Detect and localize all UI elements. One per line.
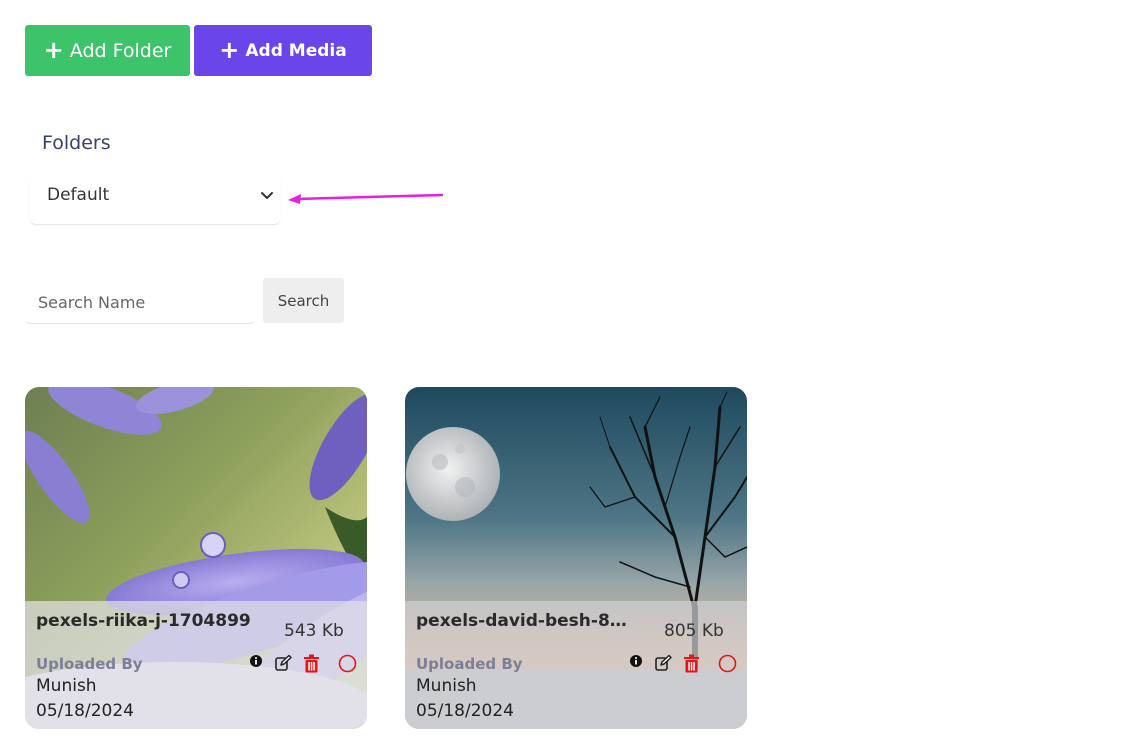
media-info-panel: pexels-david-besh-884… 805 Kb Uploaded B… xyxy=(405,601,747,729)
uploaded-by-label: Uploaded By xyxy=(416,655,523,673)
select-icon[interactable] xyxy=(718,654,737,673)
edit-icon[interactable] xyxy=(274,654,292,672)
chevron-down-icon xyxy=(261,192,273,199)
uploader-name: Munish xyxy=(416,676,477,696)
edit-icon[interactable] xyxy=(654,654,672,672)
info-icon[interactable] xyxy=(249,654,263,668)
media-actions xyxy=(629,654,739,676)
folders-heading: Folders xyxy=(42,132,111,154)
media-file-size: 543 Kb xyxy=(284,621,344,641)
media-actions xyxy=(249,654,359,676)
delete-icon[interactable] xyxy=(303,654,320,673)
add-folder-button[interactable]: + Add Folder xyxy=(25,25,190,76)
media-file-size: 805 Kb xyxy=(664,621,724,641)
media-file-name: pexels-david-besh-884… xyxy=(416,611,636,631)
media-card[interactable]: pexels-david-besh-884… 805 Kb Uploaded B… xyxy=(405,387,747,729)
plus-icon: + xyxy=(219,35,240,64)
uploaded-by-label: Uploaded By xyxy=(36,655,143,673)
media-card[interactable]: pexels-riika-j-1704899 543 Kb Uploaded B… xyxy=(25,387,367,729)
annotation-arrow xyxy=(288,193,444,204)
search-button[interactable]: Search xyxy=(263,278,344,323)
media-info-panel: pexels-riika-j-1704899 543 Kb Uploaded B… xyxy=(25,601,367,729)
add-media-label: Add Media xyxy=(245,40,347,61)
uploader-name: Munish xyxy=(36,676,97,696)
upload-date: 05/18/2024 xyxy=(36,701,134,721)
select-icon[interactable] xyxy=(338,654,357,673)
add-media-button[interactable]: + Add Media xyxy=(194,25,372,76)
media-file-name: pexels-riika-j-1704899 xyxy=(36,611,251,631)
delete-icon[interactable] xyxy=(683,654,700,673)
folder-select-value: Default xyxy=(47,185,110,205)
add-folder-label: Add Folder xyxy=(69,39,172,62)
search-input[interactable] xyxy=(25,282,255,324)
info-icon[interactable] xyxy=(629,654,643,668)
upload-date: 05/18/2024 xyxy=(416,701,514,721)
folder-select[interactable]: Default xyxy=(30,172,280,225)
plus-icon: + xyxy=(43,35,64,64)
